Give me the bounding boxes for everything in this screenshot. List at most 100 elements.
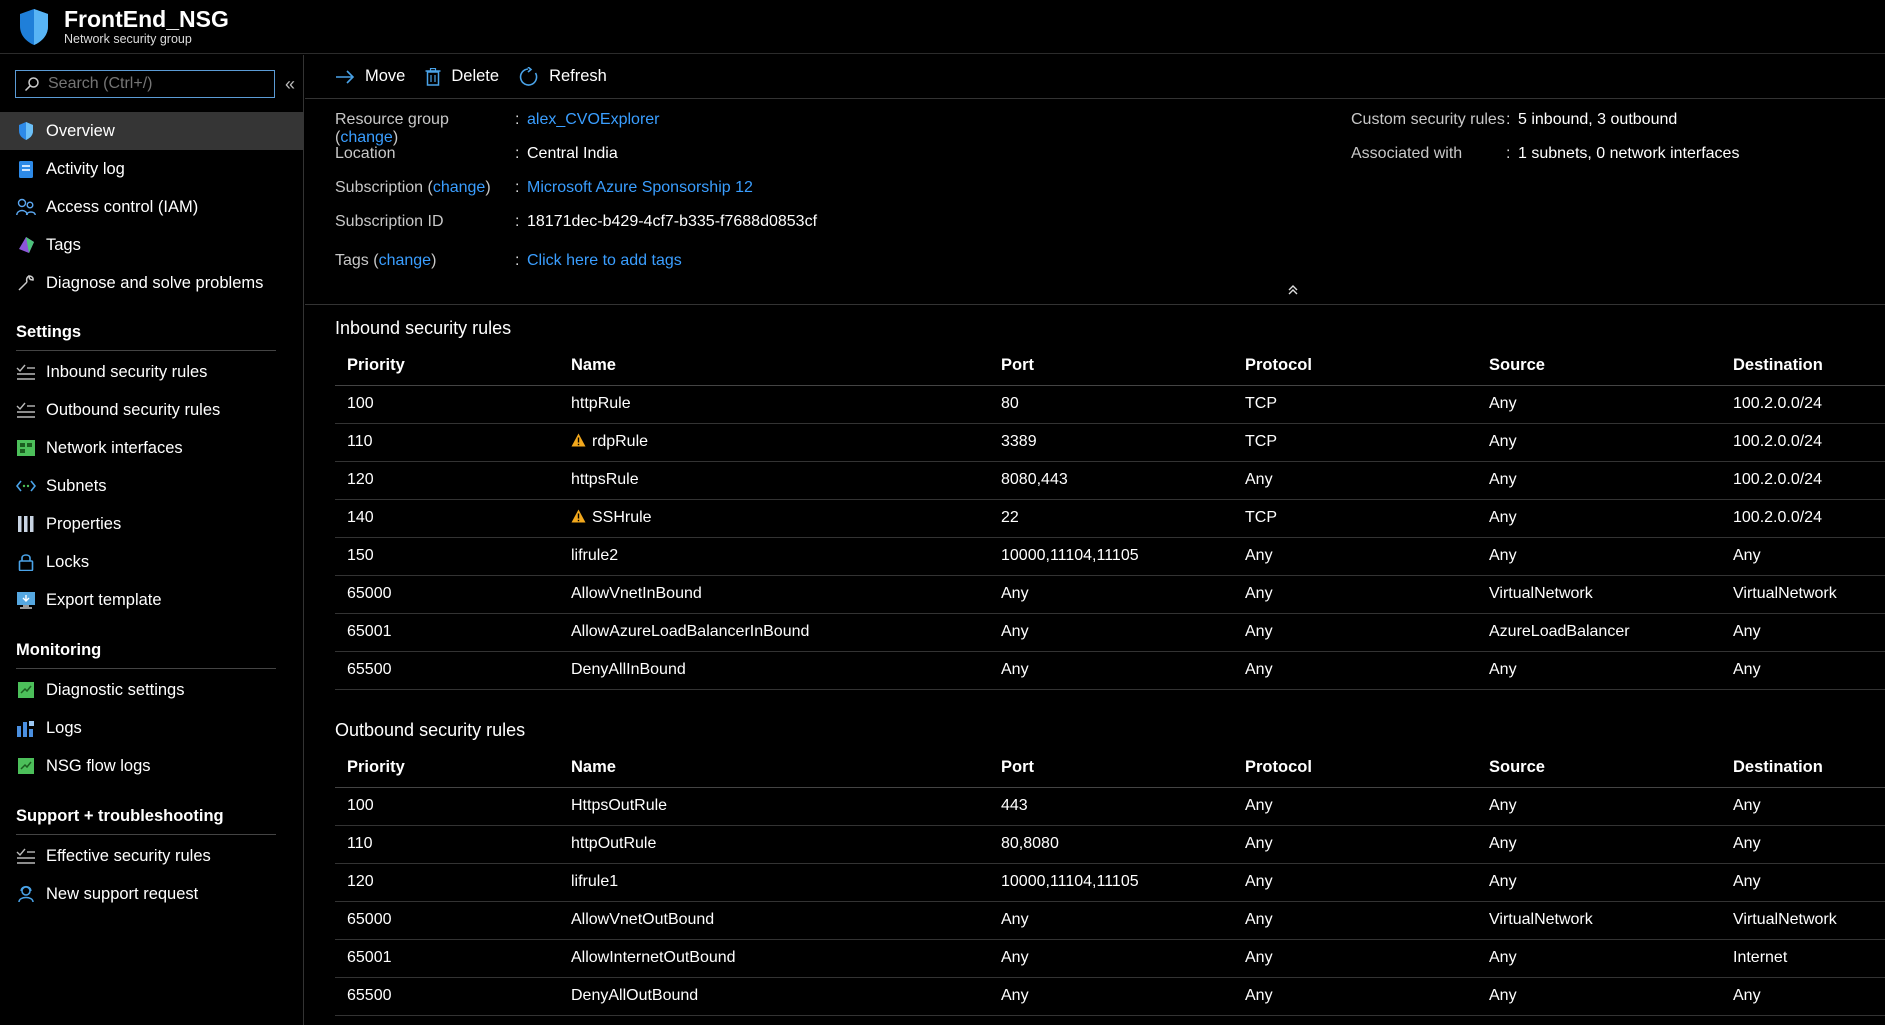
sidebar-item-label: Activity log: [46, 159, 125, 178]
subnet-icon: [16, 476, 36, 496]
cell-priority: 150: [335, 537, 559, 576]
sidebar-item-diagnose[interactable]: Diagnose and solve problems: [0, 264, 304, 302]
menu-search-box[interactable]: [15, 70, 276, 98]
cell-destination: Any: [1721, 863, 1885, 902]
sidebar-item-diagnostic-settings[interactable]: Diagnostic settings: [0, 671, 304, 709]
wrench-icon: [16, 273, 36, 293]
cell-source: Any: [1477, 499, 1721, 538]
cell-name: lifrule1: [559, 863, 989, 902]
table-row[interactable]: 120 lifrule1 10000,11104,11105 Any Any Any: [335, 863, 1885, 902]
column-header-destination[interactable]: Destination: [1721, 749, 1885, 788]
cell-protocol: Any: [1233, 939, 1477, 978]
table-row[interactable]: 65500 DenyAllInBound Any Any Any Any: [335, 651, 1885, 690]
sidebar-item-locks[interactable]: Locks: [0, 543, 304, 581]
cell-protocol: TCP: [1233, 385, 1477, 424]
command-bar: Move Delete Refresh: [305, 55, 1885, 99]
logs-icon: [16, 718, 36, 738]
sidebar-item-properties[interactable]: Properties: [0, 505, 304, 543]
cell-source: Any: [1477, 423, 1721, 462]
column-header-protocol[interactable]: Protocol: [1233, 749, 1477, 788]
table-row[interactable]: 65001 AllowAzureLoadBalancerInBound Any Any…: [335, 613, 1885, 652]
table-row[interactable]: 150 lifrule2 10000,11104,11105 Any Any Any: [335, 537, 1885, 576]
delete-button[interactable]: Delete: [425, 67, 499, 86]
change-tags-link[interactable]: change: [379, 252, 432, 269]
sidebar-item-label: NSG flow logs: [46, 756, 151, 775]
tags-label: Tags: [335, 252, 369, 269]
cell-name: DenyAllOutBound: [559, 977, 989, 1016]
table-row[interactable]: 140 SSHrule 22 TCP Any 100.2.0.0/24: [335, 499, 1885, 538]
inbound-rules-table: Priority Name Port Protocol Source Destinatio…: [335, 347, 1885, 690]
table-row[interactable]: 65001 AllowInternetOutBound Any Any Any Inter…: [335, 939, 1885, 978]
cell-priority: 65500: [335, 651, 559, 690]
column-header-destination[interactable]: Destination: [1721, 347, 1885, 386]
associated-link[interactable]: 1 subnets, 0 network interfaces: [1518, 145, 1739, 162]
sidebar-item-network-interfaces[interactable]: Network interfaces: [0, 429, 304, 467]
section-divider: [16, 668, 276, 669]
table-row[interactable]: 110 httpOutRule 80,8080 Any Any Any: [335, 825, 1885, 864]
cell-protocol: Any: [1233, 651, 1477, 690]
sidebar-item-activity-log[interactable]: Activity log: [0, 150, 304, 188]
refresh-button[interactable]: Refresh: [519, 66, 607, 87]
associated-value: 1 subnets, 0 network interfaces: [1518, 145, 1739, 163]
sidebar-item-tags[interactable]: Tags: [0, 226, 304, 264]
table-row[interactable]: 65500 DenyAllOutBound Any Any Any Any: [335, 977, 1885, 1016]
change-subscription-link[interactable]: change: [433, 179, 486, 196]
cell-priority: 140: [335, 499, 559, 538]
cell-name: lifrule2: [559, 537, 989, 576]
cell-port: Any: [989, 613, 1233, 652]
sidebar-item-outbound-rules[interactable]: Outbound security rules: [0, 391, 304, 429]
section-title-support: Support + troubleshooting: [16, 807, 224, 825]
subscription-label: Subscription: [335, 179, 424, 196]
table-row[interactable]: 100 httpRule 80 TCP Any 100.2.0.0/24: [335, 385, 1885, 424]
menu-search-input[interactable]: [48, 75, 258, 93]
sidebar-item-nsg-flow-logs[interactable]: NSG flow logs: [0, 747, 304, 785]
sidebar-item-label: Access control (IAM): [46, 197, 199, 216]
sidebar-item-overview[interactable]: Overview: [0, 112, 304, 150]
table-row[interactable]: 65000 AllowVnetInBound Any Any VirtualNetwor…: [335, 575, 1885, 614]
cell-name: httpsRule: [559, 461, 989, 500]
cell-protocol: Any: [1233, 787, 1477, 826]
sidebar-item-effective-rules[interactable]: Effective security rules: [0, 837, 304, 875]
table-row[interactable]: 120 httpsRule 8080,443 Any Any 100.2.0.0/24: [335, 461, 1885, 500]
table-row[interactable]: 110 rdpRule 3389 TCP Any 100.2.0.0/24: [335, 423, 1885, 462]
column-header-port[interactable]: Port: [989, 749, 1233, 788]
column-header-priority[interactable]: Priority: [335, 749, 559, 788]
sidebar-item-inbound-rules[interactable]: Inbound security rules: [0, 353, 304, 391]
collapse-essentials-button[interactable]: [1287, 283, 1299, 299]
sidebar-item-export-template[interactable]: Export template: [0, 581, 304, 619]
column-header-name[interactable]: Name: [559, 749, 989, 788]
column-header-name[interactable]: Name: [559, 347, 989, 386]
sidebar-item-logs[interactable]: Logs: [0, 709, 304, 747]
cell-protocol: Any: [1233, 575, 1477, 614]
cell-protocol: TCP: [1233, 423, 1477, 462]
change-resource-group-link[interactable]: change: [340, 129, 393, 146]
add-tags-link[interactable]: Click here to add tags: [527, 252, 682, 270]
sidebar-item-subnets[interactable]: Subnets: [0, 467, 304, 505]
section-title-monitoring: Monitoring: [16, 641, 102, 659]
column-header-source[interactable]: Source: [1477, 749, 1721, 788]
resource-group-link[interactable]: alex_CVOExplorer: [527, 111, 660, 147]
cell-destination: VirtualNetwork: [1721, 901, 1885, 940]
cell-destination: Any: [1721, 787, 1885, 826]
sidebar-item-label: Properties: [46, 514, 122, 533]
column-header-port[interactable]: Port: [989, 347, 1233, 386]
trash-icon: [425, 67, 441, 86]
cell-source: Any: [1477, 825, 1721, 864]
sidebar-item-access-control[interactable]: Access control (IAM): [0, 188, 304, 226]
sidebar-item-new-support-request[interactable]: New support request: [0, 875, 304, 913]
table-row[interactable]: 100 HttpsOutRule 443 Any Any Any: [335, 787, 1885, 826]
location-value: Central India: [527, 145, 618, 162]
subscription-link[interactable]: Microsoft Azure Sponsorship 12: [527, 179, 753, 197]
column-header-priority[interactable]: Priority: [335, 347, 559, 386]
cell-destination: Internet: [1721, 939, 1885, 978]
column-header-protocol[interactable]: Protocol: [1233, 347, 1477, 386]
move-button[interactable]: Move: [335, 67, 405, 86]
warning-icon: [571, 509, 586, 523]
table-row[interactable]: 65000 AllowVnetOutBound Any Any VirtualNetwo…: [335, 901, 1885, 940]
page-subtitle: Network security group: [64, 32, 192, 46]
sidebar-item-label: New support request: [46, 884, 199, 903]
collapse-menu-button[interactable]: «: [279, 74, 301, 95]
column-header-source[interactable]: Source: [1477, 347, 1721, 386]
rule-name: SSHrule: [592, 509, 652, 526]
cell-name: AllowInternetOutBound: [559, 939, 989, 978]
